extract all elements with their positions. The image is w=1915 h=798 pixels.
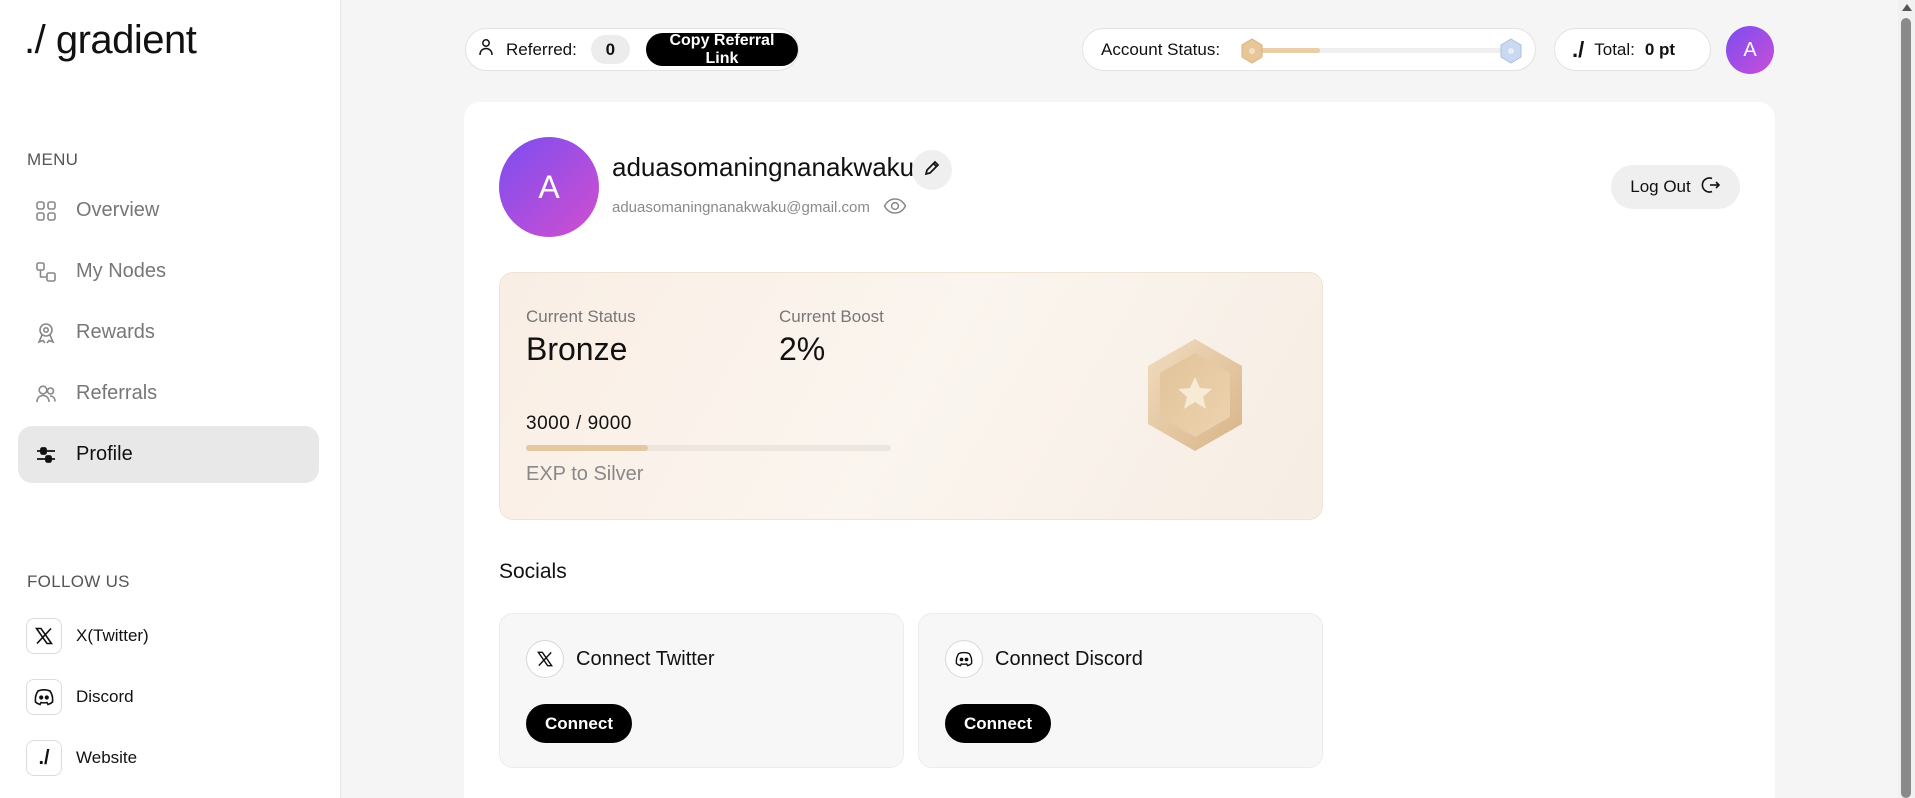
sidebar-item-label: Referrals: [76, 382, 158, 404]
grid-icon: [34, 199, 58, 223]
profile-card: A aduasomaningnanakwaku aduasomaningnana…: [464, 102, 1775, 798]
scroll-thumb[interactable]: [1901, 18, 1911, 798]
sidebar-item-label: My Nodes: [76, 260, 167, 282]
gradient-logo: ./ gradient: [24, 18, 197, 62]
sidebar-item-referrals[interactable]: Referrals: [18, 365, 319, 422]
sidebar-item-label: Rewards: [76, 321, 155, 343]
sidebar-item-label: Profile: [76, 443, 133, 465]
connect-twitter-card: Connect Twitter Connect: [499, 613, 904, 768]
referral-pill: Referred: 0 Copy Referral Link: [465, 28, 799, 71]
profile-avatar: A: [499, 137, 599, 237]
sidebar-item-overview[interactable]: Overview: [18, 182, 319, 239]
account-status-label: Account Status:: [1101, 39, 1221, 59]
total-label: Total:: [1594, 39, 1635, 59]
sidebar-social-label: X(Twitter): [76, 626, 149, 645]
connect-discord-button[interactable]: Connect: [945, 704, 1051, 743]
sidebar-social-discord[interactable]: Discord: [26, 677, 134, 717]
x-logo-icon: [26, 618, 62, 654]
silver-hex-icon: [1499, 38, 1523, 69]
account-status-pill: Account Status:: [1082, 28, 1536, 71]
status-card: Current Status Bronze Current Boost 2% 3…: [499, 272, 1323, 520]
referred-count: 0: [590, 35, 630, 64]
sidebar-social-twitter[interactable]: X(Twitter): [26, 616, 149, 656]
user-avatar-button[interactable]: A: [1726, 26, 1774, 74]
sidebar-social-website[interactable]: ./ Website: [26, 738, 137, 778]
socials-title: Socials: [499, 560, 567, 583]
connect-twitter-label: Connect Twitter: [576, 647, 715, 670]
sidebar: ./ gradient MENU Overview My Nodes Rewar…: [0, 0, 341, 798]
gradient-logo-icon: ./: [26, 740, 62, 776]
sidebar-item-label: Overview: [76, 199, 160, 221]
gradient-mark-icon: ./: [1572, 36, 1585, 62]
sliders-icon: [34, 443, 58, 467]
sidebar-item-my-nodes[interactable]: My Nodes: [18, 243, 319, 300]
menu-section-title: MENU: [27, 150, 79, 169]
follow-section-title: FOLLOW US: [27, 572, 130, 591]
award-icon: [34, 321, 58, 345]
bronze-medal-icon: [1140, 335, 1250, 460]
page-scrollbar[interactable]: [1898, 0, 1915, 798]
total-value: 0 pt: [1644, 39, 1676, 59]
sidebar-social-label: Website: [76, 748, 138, 767]
log-out-button[interactable]: Log Out: [1611, 165, 1740, 209]
sidebar-item-profile[interactable]: Profile: [18, 426, 319, 483]
connect-discord-card: Connect Discord Connect: [918, 613, 1323, 768]
sidebar-social-label: Discord: [76, 687, 134, 706]
connect-discord-label: Connect Discord: [995, 647, 1143, 670]
bronze-hex-icon: [1240, 38, 1264, 69]
email: aduasomaningnanakwaku@gmail.com: [612, 199, 870, 216]
pencil-icon: [923, 159, 941, 182]
discord-icon: [26, 679, 62, 715]
username: aduasomaningnanakwaku: [612, 152, 915, 182]
x-logo-icon: [526, 640, 564, 678]
total-points-pill: ./ Total: 0 pt: [1554, 28, 1711, 71]
current-boost-label: Current Boost: [779, 307, 884, 326]
users-icon: [34, 382, 58, 406]
eye-icon[interactable]: [883, 196, 907, 221]
discord-icon: [945, 640, 983, 678]
current-status-value: Bronze: [526, 331, 628, 367]
edit-username-button[interactable]: [912, 150, 952, 190]
scroll-up-arrow-icon[interactable]: [1902, 4, 1912, 11]
exp-progress-fill: [526, 445, 648, 451]
sidebar-item-rewards[interactable]: Rewards: [18, 304, 319, 361]
current-boost-value: 2%: [779, 331, 826, 367]
person-icon: [478, 38, 494, 61]
exp-next-tier-text: EXP to Silver: [526, 463, 644, 485]
copy-referral-link-button[interactable]: Copy Referral Link: [645, 32, 798, 67]
exp-progress-text: 3000 / 9000: [526, 413, 632, 434]
log-out-label: Log Out: [1630, 177, 1691, 196]
connect-twitter-button[interactable]: Connect: [526, 704, 632, 743]
current-status-label: Current Status: [526, 307, 636, 326]
exp-progress-bar: [526, 445, 891, 451]
account-status-track: [1248, 48, 1513, 53]
logout-icon: [1701, 175, 1721, 200]
nodes-icon: [34, 260, 58, 284]
referred-label: Referred:: [506, 39, 577, 59]
